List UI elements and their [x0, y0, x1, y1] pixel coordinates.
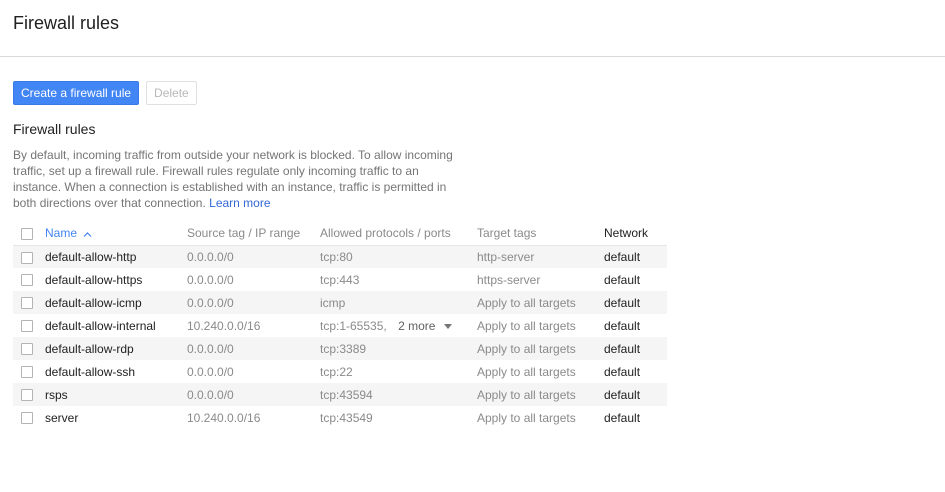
rule-source: 0.0.0.0/0 [187, 268, 320, 291]
rule-protocols-cell: tcp:1-65535, 2 more [320, 314, 477, 337]
toolbar: Create a firewall rule Delete [13, 81, 197, 105]
rule-source: 10.240.0.0/16 [187, 314, 320, 337]
rule-tags: Apply to all targets [477, 360, 604, 383]
column-header-source[interactable]: Source tag / IP range [187, 222, 320, 246]
rule-name[interactable]: server [45, 406, 187, 429]
row-checkbox[interactable] [21, 274, 33, 287]
rule-network: default [604, 291, 667, 314]
rule-source: 0.0.0.0/0 [187, 291, 320, 314]
rule-protocols: tcp:43594 [320, 383, 477, 406]
rule-name[interactable]: default-allow-icmp [45, 291, 187, 314]
column-header-tags[interactable]: Target tags [477, 222, 604, 246]
table-row[interactable]: default-allow-internal 10.240.0.0/16 tcp… [13, 314, 667, 337]
rule-source: 0.0.0.0/0 [187, 245, 320, 268]
more-protocols-label: 2 more [398, 318, 436, 333]
rule-name[interactable]: default-allow-http [45, 245, 187, 268]
section-description: By default, incoming traffic from outsid… [13, 147, 453, 211]
rule-protocols: tcp:80 [320, 245, 477, 268]
rule-network: default [604, 406, 667, 429]
row-checkbox[interactable] [21, 412, 33, 425]
table-row[interactable]: default-allow-https 0.0.0.0/0 tcp:443 ht… [13, 268, 667, 291]
rule-tags: Apply to all targets [477, 383, 604, 406]
rule-name[interactable]: default-allow-https [45, 268, 187, 291]
row-checkbox[interactable] [21, 297, 33, 310]
rule-protocols: tcp:3389 [320, 337, 477, 360]
table-row[interactable]: rsps 0.0.0.0/0 tcp:43594 Apply to all ta… [13, 383, 667, 406]
rule-name[interactable]: default-allow-rdp [45, 337, 187, 360]
page-title: Firewall rules [13, 13, 120, 33]
rule-tags: Apply to all targets [477, 291, 604, 314]
page-header: Firewall rules [0, 0, 945, 57]
rule-network: default [604, 245, 667, 268]
rule-network: default [604, 314, 667, 337]
rule-tags: http-server [477, 245, 604, 268]
table-row[interactable]: server 10.240.0.0/16 tcp:43549 Apply to … [13, 406, 667, 429]
column-header-network[interactable]: Network [604, 222, 667, 246]
rule-tags: Apply to all targets [477, 314, 604, 337]
row-checkbox[interactable] [21, 343, 33, 356]
rule-protocols: tcp:443 [320, 268, 477, 291]
rule-network: default [604, 268, 667, 291]
rule-name[interactable]: default-allow-ssh [45, 360, 187, 383]
row-checkbox[interactable] [21, 366, 33, 379]
delete-button[interactable]: Delete [146, 81, 197, 105]
caret-down-icon [443, 323, 452, 329]
rule-protocols: icmp [320, 291, 477, 314]
rule-network: default [604, 383, 667, 406]
rule-network: default [604, 360, 667, 383]
table-header-row: Name Source tag / IP range Allowed proto… [13, 222, 667, 246]
select-all-checkbox[interactable] [21, 228, 33, 241]
rule-tags: Apply to all targets [477, 337, 604, 360]
column-header-name-label: Name [45, 226, 78, 241]
table-row[interactable]: default-allow-ssh 0.0.0.0/0 tcp:22 Apply… [13, 360, 667, 383]
rule-source: 0.0.0.0/0 [187, 383, 320, 406]
rule-network: default [604, 337, 667, 360]
rule-source: 0.0.0.0/0 [187, 337, 320, 360]
firewall-rules-table: Name Source tag / IP range Allowed proto… [13, 222, 667, 429]
rule-name[interactable]: rsps [45, 383, 187, 406]
row-checkbox[interactable] [21, 251, 33, 264]
rule-protocols: tcp:43549 [320, 406, 477, 429]
create-firewall-rule-button[interactable]: Create a firewall rule [13, 81, 140, 105]
column-header-protocols[interactable]: Allowed protocols / ports [320, 222, 477, 246]
header-checkbox-cell [13, 222, 45, 246]
more-protocols-toggle[interactable]: 2 more [398, 319, 452, 333]
rule-protocols: tcp:1-65535, [320, 318, 387, 333]
rule-source: 0.0.0.0/0 [187, 360, 320, 383]
learn-more-link[interactable]: Learn more [209, 196, 270, 210]
rule-name[interactable]: default-allow-internal [45, 314, 187, 337]
table-row[interactable]: default-allow-icmp 0.0.0.0/0 icmp Apply … [13, 291, 667, 314]
row-checkbox[interactable] [21, 320, 33, 333]
column-header-name[interactable]: Name [45, 222, 187, 246]
row-checkbox[interactable] [21, 389, 33, 402]
sort-ascending-icon [83, 231, 92, 237]
rule-tags: https-server [477, 268, 604, 291]
rule-source: 10.240.0.0/16 [187, 406, 320, 429]
rule-tags: Apply to all targets [477, 406, 604, 429]
rule-protocols: tcp:22 [320, 360, 477, 383]
section-title: Firewall rules [13, 121, 96, 137]
table-row[interactable]: default-allow-http 0.0.0.0/0 tcp:80 http… [13, 245, 667, 268]
table-row[interactable]: default-allow-rdp 0.0.0.0/0 tcp:3389 App… [13, 337, 667, 360]
